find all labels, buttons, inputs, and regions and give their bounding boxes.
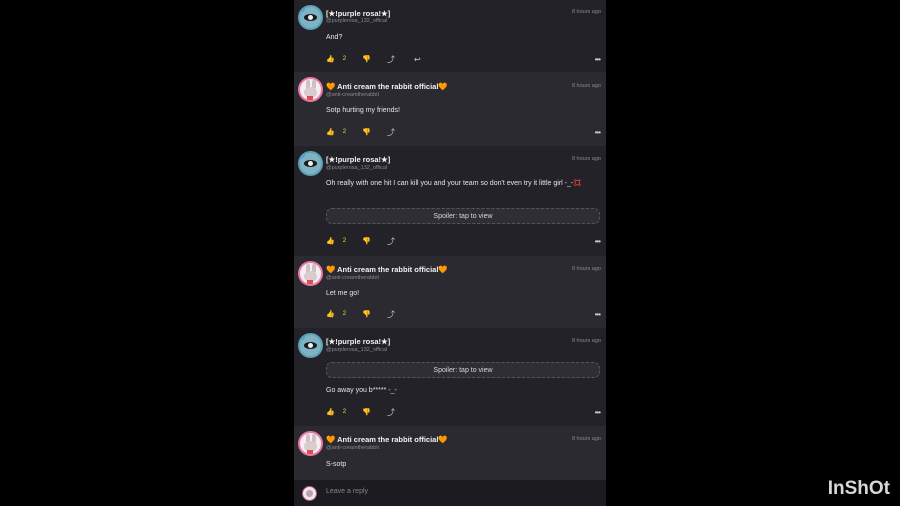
like-button[interactable]: 👍 2 — [326, 236, 346, 246]
comment-text: Go away you b***** -_- — [326, 387, 397, 394]
thumbs-down-icon: 👎 — [362, 238, 371, 245]
more-icon: ••• — [594, 54, 601, 64]
comment: [★!purple rosa!★] @purplerosa_132_offica… — [294, 328, 606, 426]
share-icon: ⤴ — [387, 407, 395, 417]
comment-actions: 👍 2 👎 ⤴ ••• — [326, 127, 601, 137]
comment-timestamp: 8 hours ago — [571, 338, 601, 344]
thumbs-down-icon: 👎 — [362, 311, 371, 318]
comment: [★!purple rosa!★] @purplerosa_132_offica… — [294, 0, 606, 72]
dislike-button[interactable]: 👎 — [362, 54, 371, 64]
share-button[interactable]: ⤴ — [387, 127, 395, 137]
like-count: 2 — [342, 238, 347, 244]
avatar — [302, 486, 317, 501]
comments-panel: [★!purple rosa!★] @purplerosa_132_offica… — [294, 0, 606, 506]
spoiler-button[interactable]: Spoiler: tap to view — [326, 208, 600, 224]
more-button[interactable]: ••• — [594, 407, 601, 417]
comment-author-name[interactable]: [★!purple rosa!★] — [326, 337, 390, 346]
comment-author-handle: @anti-creamtherabbit — [326, 445, 379, 451]
share-button[interactable]: ⤴ — [387, 407, 395, 417]
comment-timestamp: 8 hours ago — [571, 156, 601, 162]
share-button[interactable]: ⤴ — [387, 236, 395, 246]
share-button[interactable]: ⤴ — [387, 309, 395, 319]
comment-author-handle: @anti-creamtherabbit — [326, 275, 379, 281]
comment-author-handle: @purplerosa_132_offical — [326, 347, 388, 353]
more-icon: ••• — [594, 309, 601, 319]
dislike-button[interactable]: 👎 — [362, 127, 371, 137]
avatar[interactable] — [298, 151, 323, 176]
avatar[interactable] — [298, 431, 323, 456]
avatar[interactable] — [298, 261, 323, 286]
dislike-button[interactable]: 👎 — [362, 407, 371, 417]
comment-author-handle: @purplerosa_132_offical — [326, 18, 388, 24]
avatar[interactable] — [298, 5, 323, 30]
thumbs-up-icon: 👍 — [326, 311, 335, 318]
comment-actions: 👍 2 👎 ⤴ ••• — [326, 236, 601, 246]
comment-text: S-sotp — [326, 461, 347, 468]
comment-text: And? — [326, 34, 343, 41]
like-count: 2 — [342, 311, 347, 317]
reply-button[interactable]: ↩ — [414, 54, 421, 64]
thumbs-up-icon: 👍 — [326, 129, 335, 136]
share-icon: ⤴ — [387, 236, 395, 246]
comment-actions: 👍 2 👎 ⤴ ••• — [326, 309, 601, 319]
thumbs-up-icon: 👍 — [326, 409, 335, 416]
reply-icon: ↩ — [414, 54, 421, 64]
share-icon: ⤴ — [387, 54, 395, 64]
comment-author-name[interactable]: 🧡 Anti cream the rabbit official🧡 — [326, 82, 448, 91]
thumbs-down-icon: 👎 — [362, 129, 371, 136]
comment-text: Oh really with one hit I can kill you an… — [326, 180, 582, 187]
comment: 🧡 Anti cream the rabbit official🧡 @anti-… — [294, 72, 606, 146]
reply-bar: Leave a reply — [294, 480, 606, 506]
comment-author-name[interactable]: [★!purple rosa!★] — [326, 9, 390, 18]
comment-timestamp: 8 hours ago — [571, 436, 601, 442]
thumbs-up-icon: 👍 — [326, 238, 335, 245]
comment-timestamp: 8 hours ago — [571, 266, 601, 272]
more-icon: ••• — [594, 127, 601, 137]
comment-author-handle: @anti-creamtherabbit — [326, 92, 379, 98]
thumbs-down-icon: 👎 — [362, 409, 371, 416]
more-icon: ••• — [594, 236, 601, 246]
like-count: 2 — [342, 409, 347, 415]
thumbs-down-icon: 👎 — [362, 56, 371, 63]
avatar[interactable] — [298, 77, 323, 102]
like-count: 2 — [342, 129, 347, 135]
dislike-button[interactable]: 👎 — [362, 236, 371, 246]
comment-author-name[interactable]: 🧡 Anti cream the rabbit official🧡 — [326, 265, 448, 274]
comment-text: Let me go! — [326, 290, 360, 297]
more-button[interactable]: ••• — [594, 127, 601, 137]
like-button[interactable]: 👍 2 — [326, 407, 346, 417]
share-icon: ⤴ — [387, 309, 395, 319]
comment-actions: 👍 2 👎 ⤴ ••• — [326, 407, 601, 417]
more-button[interactable]: ••• — [594, 309, 601, 319]
more-icon: ••• — [594, 407, 601, 417]
share-button[interactable]: ⤴ — [387, 54, 395, 64]
like-button[interactable]: 👍 2 — [326, 127, 346, 137]
comment-author-name[interactable]: 🧡 Anti cream the rabbit official🧡 — [326, 435, 448, 444]
comment: [★!purple rosa!★] @purplerosa_132_offica… — [294, 146, 606, 256]
comment: 🧡 Anti cream the rabbit official🧡 @anti-… — [294, 256, 606, 328]
dislike-button[interactable]: 👎 — [362, 309, 371, 319]
spoiler-button[interactable]: Spoiler: tap to view — [326, 362, 600, 378]
comment-text: Sotp hurting my friends! — [326, 107, 400, 114]
comment-author-handle: @purplerosa_132_offical — [326, 165, 388, 171]
comment: 🧡 Anti cream the rabbit official🧡 @anti-… — [294, 426, 606, 480]
avatar[interactable] — [298, 333, 323, 358]
thumbs-up-icon: 👍 — [326, 56, 335, 63]
like-count: 2 — [342, 56, 347, 62]
like-button[interactable]: 👍 2 — [326, 54, 346, 64]
comment-actions: 👍 2 👎 ⤴ ↩ ••• — [326, 54, 601, 64]
reply-input[interactable]: Leave a reply — [326, 488, 368, 495]
more-button[interactable]: ••• — [594, 236, 601, 246]
comment-timestamp: 8 hours ago — [571, 9, 601, 15]
share-icon: ⤴ — [387, 127, 395, 137]
comment-timestamp: 8 hours ago — [571, 83, 601, 89]
watermark-logo: InShOt — [827, 478, 890, 499]
comment-author-name[interactable]: [★!purple rosa!★] — [326, 155, 390, 164]
more-button[interactable]: ••• — [594, 54, 601, 64]
like-button[interactable]: 👍 2 — [326, 309, 346, 319]
